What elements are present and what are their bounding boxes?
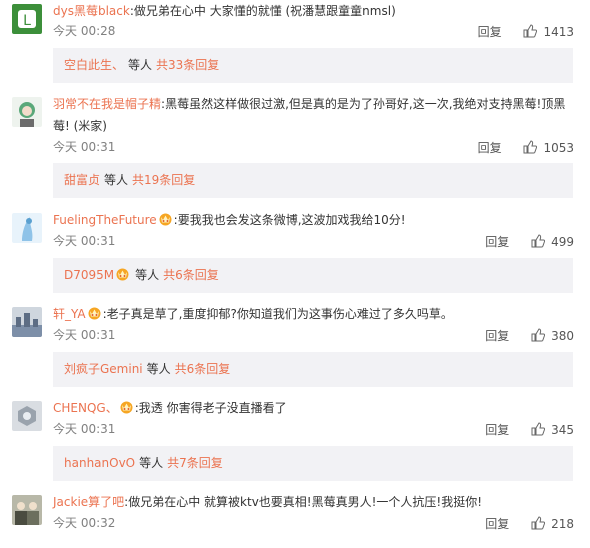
- username-link[interactable]: FuelingTheFuture: [53, 213, 157, 227]
- sub-reply-total[interactable]: 共19条回复: [132, 173, 195, 187]
- sub-reply-user[interactable]: 刘疯子Gemini: [64, 362, 143, 376]
- timestamp: 今天 00:31: [53, 234, 116, 248]
- like-count: 1413: [543, 25, 574, 39]
- thumbs-up-icon[interactable]: [531, 422, 546, 436]
- reply-button[interactable]: 回复: [485, 235, 509, 249]
- svg-text:L: L: [23, 13, 31, 29]
- sub-replies-bar[interactable]: hanhanOvO 等人 共7条回复: [53, 446, 573, 481]
- username-link[interactable]: CHENQG、: [53, 401, 118, 415]
- avatar[interactable]: [12, 307, 42, 337]
- thumbs-up-icon[interactable]: [531, 328, 546, 342]
- timestamp: 今天 00:31: [53, 328, 116, 342]
- comment-text-line: FuelingTheFuture:要我我也会发这条微博,这波加戏我给10分!: [53, 209, 576, 231]
- sub-reply-total[interactable]: 共6条回复: [175, 362, 231, 376]
- sub-replies-bar[interactable]: D7095M 等人 共6条回复: [53, 258, 573, 293]
- timestamp: 今天 00:31: [53, 140, 116, 154]
- sub-reply-etc: 等人: [146, 362, 171, 376]
- comment-actions: 回复 1413: [478, 24, 574, 39]
- timestamp: 今天 00:31: [53, 422, 116, 436]
- username-link[interactable]: dys黑莓black: [53, 4, 130, 18]
- comment-body: 做兄弟在心中 就算被ktv也要真相!黑莓真男人!一个人抗压!我挺你!: [128, 495, 483, 509]
- reply-button[interactable]: 回复: [485, 517, 509, 531]
- like-count: 1053: [543, 141, 574, 155]
- comment-text-line: dys黑莓black:做兄弟在心中 大家懂的就懂 (祝潘慧跟童童nmsl): [53, 0, 576, 22]
- vip-crown-badge-icon: [119, 399, 134, 414]
- thumbs-up-icon[interactable]: [523, 140, 538, 154]
- sub-reply-etc: 等人: [135, 268, 160, 282]
- username-link[interactable]: 轩_YA: [53, 307, 86, 321]
- sub-reply-user[interactable]: hanhanOvO: [64, 456, 135, 470]
- sub-replies-bar[interactable]: 甜富贞 等人 共19条回复: [53, 163, 573, 198]
- sub-replies-bar[interactable]: 刘疯子Gemini 等人 共6条回复: [53, 352, 573, 387]
- thumbs-up-icon[interactable]: [523, 24, 538, 38]
- comment-actions: 回复 1053: [478, 140, 574, 155]
- sub-replies-bar[interactable]: 空白此生、 等人 共33条回复: [53, 48, 573, 83]
- sub-reply-etc: 等人: [104, 173, 129, 187]
- avatar[interactable]: [12, 213, 42, 243]
- comment-text-line: 轩_YA:老子真是草了,重度抑郁?你知道我们为这事伤心难过了多久吗草。: [53, 303, 576, 325]
- comment-body: 做兄弟在心中 大家懂的就懂 (祝潘慧跟童童nmsl): [133, 4, 396, 18]
- timestamp: 今天 00:28: [53, 24, 116, 38]
- like-count: 380: [551, 329, 574, 343]
- reply-button[interactable]: 回复: [485, 423, 509, 437]
- reply-button[interactable]: 回复: [485, 329, 509, 343]
- comment-actions: 回复 380: [485, 328, 574, 343]
- sub-reply-user[interactable]: 空白此生、: [64, 58, 124, 72]
- comment-text-line: CHENQG、:我透 你害得老子没直播看了: [53, 397, 576, 419]
- like-count: 499: [551, 235, 574, 249]
- timestamp: 今天 00:32: [53, 516, 116, 530]
- avatar[interactable]: [12, 401, 42, 431]
- sub-reply-user[interactable]: D7095M: [64, 268, 114, 282]
- comment-body: 老子真是草了,重度抑郁?你知道我们为这事伤心难过了多久吗草。: [106, 307, 453, 321]
- sub-reply-total[interactable]: 共7条回复: [167, 456, 223, 470]
- username-link[interactable]: Jackie算了吧: [53, 495, 124, 509]
- sub-reply-etc: 等人: [139, 456, 164, 470]
- comment-body: 我透 你害得老子没直播看了: [138, 401, 287, 415]
- comment-actions: 回复 218: [485, 516, 574, 531]
- comment-text-line: 羽常不在我是帽子精:黑莓虽然这样做很过激,但是真的是为了孙哥好,这一次,我绝对支…: [53, 93, 576, 137]
- username-link[interactable]: 羽常不在我是帽子精: [53, 97, 161, 111]
- comment-feed: L dys黑莓black:做兄弟在心中 大家懂的就懂 (祝潘慧跟童童nmsl) …: [0, 0, 590, 548]
- sub-reply-user[interactable]: 甜富贞: [64, 173, 100, 187]
- reply-button[interactable]: 回复: [478, 141, 502, 155]
- sub-reply-total[interactable]: 共6条回复: [163, 268, 219, 282]
- like-count: 218: [551, 517, 574, 531]
- comment-actions: 回复 345: [485, 422, 574, 437]
- sub-reply-total[interactable]: 共33条回复: [156, 58, 219, 72]
- sub-reply-etc: 等人: [128, 58, 153, 72]
- avatar[interactable]: [12, 495, 42, 525]
- reply-button[interactable]: 回复: [478, 25, 502, 39]
- comment-text-line: Jackie算了吧:做兄弟在心中 就算被ktv也要真相!黑莓真男人!一个人抗压!…: [53, 491, 576, 513]
- comment-actions: 回复 499: [485, 234, 574, 249]
- thumbs-up-icon[interactable]: [531, 234, 546, 248]
- thumbs-up-icon[interactable]: [531, 516, 546, 530]
- vip-crown-badge-icon: [158, 211, 173, 226]
- comment-body: 要我我也会发这条微博,这波加戏我给10分!: [177, 213, 406, 227]
- like-count: 345: [551, 423, 574, 437]
- vip-crown-badge-icon: [115, 260, 130, 281]
- avatar[interactable]: L: [12, 4, 42, 34]
- avatar[interactable]: [12, 97, 42, 127]
- vip-crown-badge-icon: [87, 305, 102, 320]
